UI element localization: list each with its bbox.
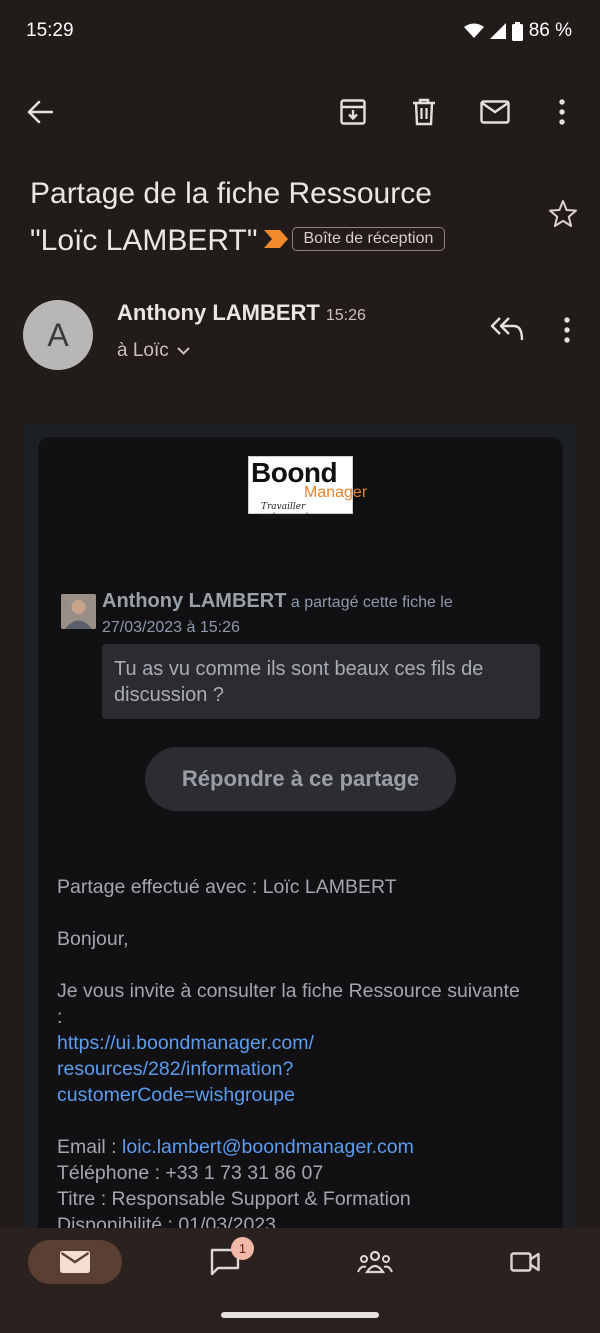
recipient-label: à Loïc [117,340,169,361]
more-vert-icon [564,317,570,343]
sender-line: Anthony LAMBERT 15:26 [117,300,366,326]
back-arrow-icon [27,100,53,124]
home-indicator[interactable] [221,1312,379,1318]
reply-all-icon [490,317,524,341]
status-icons: 86 % [463,20,572,42]
archive-button[interactable] [331,90,375,134]
shared-with-text: Partage effectué avec : Loïc LAMBERT [57,876,397,898]
status-time: 15:29 [26,20,74,41]
resource-link-3[interactable]: customerCode=wishgroupe [57,1082,527,1108]
share-info: Anthony LAMBERT a partagé cette fiche le… [102,589,522,640]
nav-spaces[interactable] [328,1240,422,1284]
sender-time: 15:26 [325,307,366,324]
battery-percent: 86 % [528,20,572,41]
reply-all-button[interactable] [490,316,524,342]
recipient-toggle[interactable]: à Loïc [117,340,190,362]
nav-mail[interactable] [28,1240,122,1284]
chat-unread-badge: 1 [231,1237,254,1260]
nav-chat[interactable] [178,1240,272,1284]
star-button[interactable] [548,199,578,229]
back-button[interactable] [18,90,62,134]
trash-icon [413,98,435,126]
more-vert-icon [559,99,565,125]
email-link[interactable]: loic.lambert@boondmanager.com [122,1136,414,1158]
more-options-button[interactable] [540,90,584,134]
wifi-icon [463,23,484,38]
email-line: Email : loic.lambert@boondmanager.com [57,1134,527,1160]
inbox-label-chip[interactable]: Boîte de réception [291,227,446,252]
signal-icon [489,23,506,39]
archive-icon [340,99,366,125]
boondmanager-logo: Boond Manager Travailler autrement [248,456,367,522]
subject-line-2: "Loïc LAMBERT" [30,224,258,257]
subject-line-2-wrap: "Loïc LAMBERT" Boîte de réception [30,217,500,264]
message-more-button[interactable] [564,317,570,343]
title-text: Titre : Responsable Support & Formation [57,1188,411,1210]
mail-icon [60,1251,90,1273]
reply-to-share-button[interactable]: Répondre à ce partage [145,747,456,811]
invite-text: Je vous invite à consulter la fiche Ress… [57,980,520,1028]
share-action: a partagé cette fiche le [290,594,453,611]
video-camera-icon [510,1252,540,1272]
mail-icon [480,100,510,124]
logo-word-2: Manager [304,484,368,501]
subject-line-1: Partage de la fiche Ressource [30,177,432,210]
nav-meet[interactable] [478,1240,572,1284]
sharer-avatar [61,594,96,629]
email-text: Partage effectué avec : Loïc LAMBERT Bon… [57,874,527,1238]
delete-button[interactable] [402,90,446,134]
battery-icon [511,21,523,41]
star-icon [549,200,577,227]
email-subject: Partage de la fiche Ressource "Loïc LAMB… [30,170,500,264]
sender-avatar[interactable]: A [23,300,93,370]
mark-unread-button[interactable] [473,90,517,134]
sender-name: Anthony LAMBERT [117,300,320,325]
resource-link-1[interactable]: https://ui.boondmanager.com/ [57,1030,527,1056]
logo-tagline: Travailler autrement [261,502,309,522]
greeting-text: Bonjour, [57,928,129,950]
people-icon [357,1250,393,1274]
email-label: Email : [57,1136,123,1158]
importance-marker-icon [263,230,288,249]
sharer-name: Anthony LAMBERT [102,590,287,612]
phone-text: Téléphone : +33 1 73 31 86 07 [57,1162,324,1184]
share-message: Tu as vu comme ils sont beaux ces fils d… [102,644,540,719]
resource-link-2[interactable]: resources/282/information? [57,1056,527,1082]
share-date: 27/03/2023 à 15:26 [102,619,240,636]
chevron-down-icon [177,347,190,355]
